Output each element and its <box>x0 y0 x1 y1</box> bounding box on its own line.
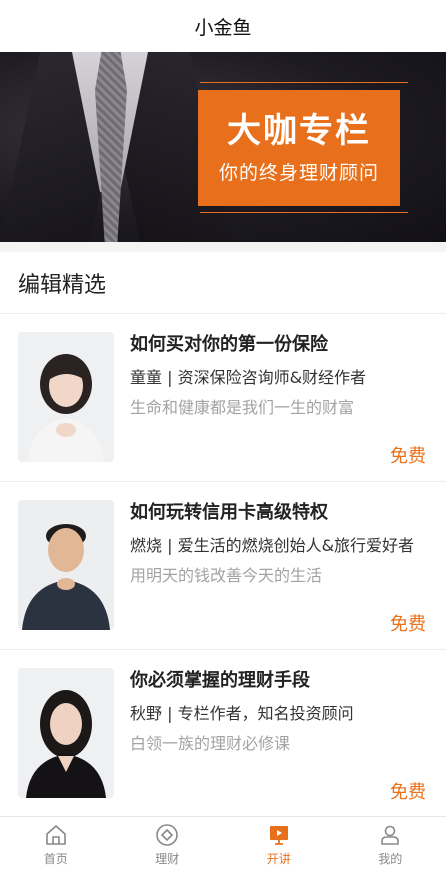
item-title: 如何买对你的第一份保险 <box>130 334 328 355</box>
bottom-tab-bar: 首页 理财 开讲 我的 <box>0 816 446 873</box>
top-bar: 小金鱼 <box>0 0 446 52</box>
list-item[interactable]: 如何买对你的第一份保险 童童 | 资深保险咨询师&财经作者 生命和健康都是我们一… <box>0 314 446 482</box>
tab-label: 我的 <box>378 852 403 866</box>
banner[interactable]: 大咖专栏 你的终身理财顾问 <box>0 52 446 242</box>
tab-label: 开讲 <box>266 852 291 866</box>
tab-lecture[interactable]: 开讲 <box>223 817 335 873</box>
finance-icon <box>156 824 179 846</box>
item-title: 如何玩转信用卡高级特权 <box>130 502 328 523</box>
tab-label: 首页 <box>43 852 68 866</box>
user-icon <box>381 825 400 845</box>
item-author: 童童 | 资深保险咨询师&财经作者 <box>130 368 367 387</box>
avatar <box>18 500 114 630</box>
editor-picks-section: 编辑精选 如何买对你的第一份保险 童童 | 资深保险咨询师&财经作者 生命和健康… <box>0 252 446 816</box>
tab-finance[interactable]: 理财 <box>112 817 224 873</box>
item-price: 免费 <box>390 446 426 467</box>
item-author: 燃烧 | 爱生活的燃烧创始人&旅行爱好者 <box>130 536 415 555</box>
page-title: 小金鱼 <box>194 16 252 39</box>
tab-mine[interactable]: 我的 <box>335 817 446 873</box>
list-item[interactable]: 如何玩转信用卡高级特权 燃烧 | 爱生活的燃烧创始人&旅行爱好者 用明天的钱改善… <box>0 482 446 650</box>
item-author: 秋野 | 专栏作者，知名投资顾问 <box>130 704 354 723</box>
banner-top-line <box>200 82 408 83</box>
item-price: 免费 <box>390 782 426 803</box>
home-icon <box>45 825 66 845</box>
necktie <box>95 52 127 242</box>
item-description: 白领一族的理财必修课 <box>130 734 291 753</box>
item-title: 你必须掌握的理财手段 <box>130 670 310 691</box>
banner-bottom-line <box>200 212 408 213</box>
avatar <box>18 332 114 462</box>
tab-home[interactable]: 首页 <box>0 817 112 873</box>
item-description: 生命和健康都是我们一生的财富 <box>130 398 355 417</box>
section-title: 编辑精选 <box>0 252 446 314</box>
banner-text-box: 大咖专栏 你的终身理财顾问 <box>198 90 400 206</box>
video-lecture-icon <box>269 826 288 845</box>
banner-headline: 大咖专栏 <box>227 111 371 152</box>
list-item[interactable]: 你必须掌握的理财手段 秋野 | 专栏作者，知名投资顾问 白领一族的理财必修课 免… <box>0 650 446 818</box>
avatar <box>18 668 114 798</box>
item-price: 免费 <box>390 614 426 635</box>
banner-subtitle: 你的终身理财顾问 <box>218 161 379 184</box>
tab-label: 理财 <box>155 852 180 866</box>
item-description: 用明天的钱改善今天的生活 <box>130 566 323 585</box>
